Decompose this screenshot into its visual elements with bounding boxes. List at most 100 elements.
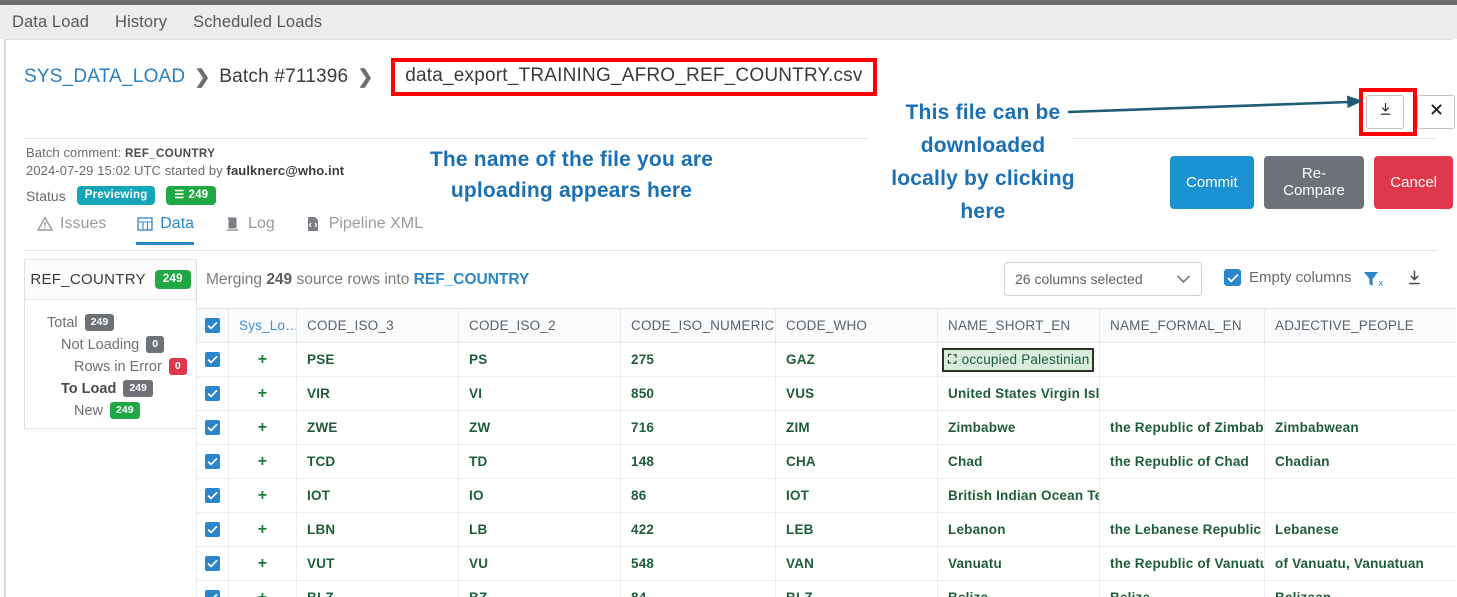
row-select-cell[interactable] (196, 580, 229, 597)
row-checkbox[interactable] (205, 556, 220, 572)
cell-code-iso-3[interactable]: BLZ (296, 580, 459, 597)
data-grid[interactable]: Sys_Lo… CODE_ISO_3 CODE_ISO_2 CODE_ISO_N… (196, 308, 1456, 597)
cell-code-who[interactable]: LEB (775, 512, 938, 547)
row-select-cell[interactable] (196, 444, 229, 479)
cell-name-short-en[interactable]: ⛶ occupied Palestinian te (937, 342, 1100, 377)
cell-code-who[interactable]: CHA (775, 444, 938, 479)
cell-adjective-people[interactable]: Lebanese (1264, 512, 1456, 547)
cell-code-iso-numeric[interactable]: 422 (620, 512, 776, 547)
cell-code-iso-numeric[interactable]: 850 (620, 376, 776, 411)
cell-name-short-en[interactable]: Zimbabwe (937, 410, 1100, 445)
nav-data-load[interactable]: Data Load (12, 13, 89, 32)
recompare-button[interactable]: Re-Compare (1263, 156, 1365, 209)
column-header-adjective-people[interactable]: ADJECTIVE_PEOPLE (1264, 308, 1456, 343)
cell-name-short-en[interactable]: Lebanon (937, 512, 1100, 547)
selected-cell-editor[interactable]: ⛶ occupied Palestinian te (942, 347, 1094, 372)
cell-name-short-en[interactable]: United States Virgin Isla… (937, 376, 1100, 411)
select-all-checkbox[interactable] (205, 318, 220, 334)
breadcrumb-batch-link[interactable]: Batch #711396 (219, 66, 348, 88)
table-row[interactable]: + ZWE ZW 716 ZIM Zimbabwe the Republic of Zimb… (196, 410, 1456, 445)
row-expand-cell[interactable]: + (228, 342, 297, 377)
cell-code-iso-3[interactable]: PSE (296, 342, 459, 377)
table-row[interactable]: + TCD TD 148 CHA Chad the Republic of Chad Chad… (196, 444, 1456, 479)
row-expand-cell[interactable]: + (228, 444, 297, 479)
row-expand-cell[interactable]: + (228, 546, 297, 581)
cell-code-iso-numeric[interactable]: 548 (620, 546, 776, 581)
table-row[interactable]: +IOTIO86IOTBritish Indian Ocean Ter… (196, 478, 1456, 513)
cell-name-formal-en[interactable]: the Republic of Vanuatu (1099, 546, 1265, 581)
cell-adjective-people[interactable]: Belizean (1264, 580, 1456, 597)
cell-code-who[interactable]: BLZ (775, 580, 938, 597)
row-select-cell[interactable] (196, 512, 229, 547)
table-row[interactable]: + PSE PS 275 GAZ ⛶ occupied Palestinian te (196, 342, 1456, 377)
cell-code-iso-numeric[interactable]: 148 (620, 444, 776, 479)
table-row[interactable]: +BLZBZ84BLZBelizeBelizeBelizeanBe (196, 580, 1456, 597)
cell-code-iso-3[interactable]: ZWE (296, 410, 459, 445)
cell-adjective-people[interactable] (1264, 342, 1456, 377)
column-header-code-iso-3[interactable]: CODE_ISO_3 (296, 308, 459, 343)
row-checkbox[interactable] (205, 522, 220, 538)
breadcrumb-root-link[interactable]: SYS_DATA_LOAD (24, 66, 185, 88)
row-checkbox[interactable] (205, 488, 220, 504)
column-header-code-iso-numeric[interactable]: CODE_ISO_NUMERIC (620, 308, 776, 343)
cell-adjective-people[interactable] (1264, 376, 1456, 411)
cell-name-short-en[interactable]: Belize (937, 580, 1100, 597)
cell-name-formal-en[interactable] (1099, 478, 1265, 513)
column-header-code-who[interactable]: CODE_WHO (775, 308, 938, 343)
cell-name-formal-en[interactable]: Belize (1099, 580, 1265, 597)
cell-code-iso-2[interactable]: BZ (458, 580, 621, 597)
expand-cell-icon[interactable]: ⛶ (948, 353, 957, 365)
commit-button[interactable]: Commit (1170, 156, 1254, 209)
column-selector-dropdown[interactable]: 26 columns selected (1004, 262, 1202, 296)
table-row[interactable]: +VIRVI850VUSUnited States Virgin Isla… (196, 376, 1456, 411)
cell-adjective-people[interactable]: Zimbabwean (1264, 410, 1456, 445)
cell-code-iso-3[interactable]: LBN (296, 512, 459, 547)
cell-code-who[interactable]: ZIM (775, 410, 938, 445)
cell-code-iso-2[interactable]: ZW (458, 410, 621, 445)
cell-code-iso-3[interactable]: VUT (296, 546, 459, 581)
empty-columns-checkbox[interactable] (1224, 269, 1241, 286)
cell-adjective-people[interactable]: Chadian (1264, 444, 1456, 479)
summary-row-new[interactable]: New 249 (25, 402, 196, 419)
row-checkbox[interactable] (205, 454, 220, 470)
empty-columns-toggle[interactable]: Empty columns (1224, 269, 1352, 286)
cell-code-iso-numeric[interactable]: 84 (620, 580, 776, 597)
tab-issues[interactable]: Issues (36, 215, 106, 245)
row-checkbox[interactable] (205, 420, 220, 436)
cell-code-iso-numeric[interactable]: 275 (620, 342, 776, 377)
cell-code-iso-numeric[interactable]: 716 (620, 410, 776, 445)
cell-name-short-en[interactable]: Vanuatu (937, 546, 1100, 581)
cell-name-short-en[interactable]: British Indian Ocean Ter… (937, 478, 1100, 513)
nav-history[interactable]: History (115, 13, 167, 32)
summary-row-to-load[interactable]: To Load 249 (25, 380, 196, 397)
close-batch-button[interactable] (1417, 95, 1455, 129)
select-all-header[interactable] (196, 308, 229, 343)
table-row[interactable]: + VUT VU 548 VAN Vanuatu the Republic of Vanua… (196, 546, 1456, 581)
row-select-cell[interactable] (196, 478, 229, 513)
cell-name-short-en[interactable]: Chad (937, 444, 1100, 479)
filter-clear-icon[interactable]: x (1363, 271, 1385, 294)
cell-code-iso-2[interactable]: VU (458, 546, 621, 581)
cell-name-formal-en[interactable]: the Republic of Zimbab… (1099, 410, 1265, 445)
tab-pipeline-xml[interactable]: Pipeline XML (305, 215, 423, 245)
cell-name-formal-en[interactable] (1099, 376, 1265, 411)
cell-code-who[interactable]: VUS (775, 376, 938, 411)
cell-adjective-people[interactable] (1264, 478, 1456, 513)
row-select-cell[interactable] (196, 546, 229, 581)
cell-code-who[interactable]: IOT (775, 478, 938, 513)
cell-code-iso-2[interactable]: VI (458, 376, 621, 411)
cell-code-iso-3[interactable]: VIR (296, 376, 459, 411)
column-header-name-formal-en[interactable]: NAME_FORMAL_EN (1099, 308, 1265, 343)
row-expand-cell[interactable]: + (228, 512, 297, 547)
row-checkbox[interactable] (205, 590, 220, 597)
row-expand-cell[interactable]: + (228, 376, 297, 411)
cell-code-iso-numeric[interactable]: 86 (620, 478, 776, 513)
cell-code-who[interactable]: VAN (775, 546, 938, 581)
cell-code-iso-2[interactable]: IO (458, 478, 621, 513)
cell-code-iso-3[interactable]: TCD (296, 444, 459, 479)
row-expand-cell[interactable]: + (228, 410, 297, 445)
row-checkbox[interactable] (205, 386, 220, 402)
cell-code-iso-2[interactable]: LB (458, 512, 621, 547)
row-checkbox[interactable] (205, 352, 220, 368)
tab-data[interactable]: Data (136, 215, 195, 245)
